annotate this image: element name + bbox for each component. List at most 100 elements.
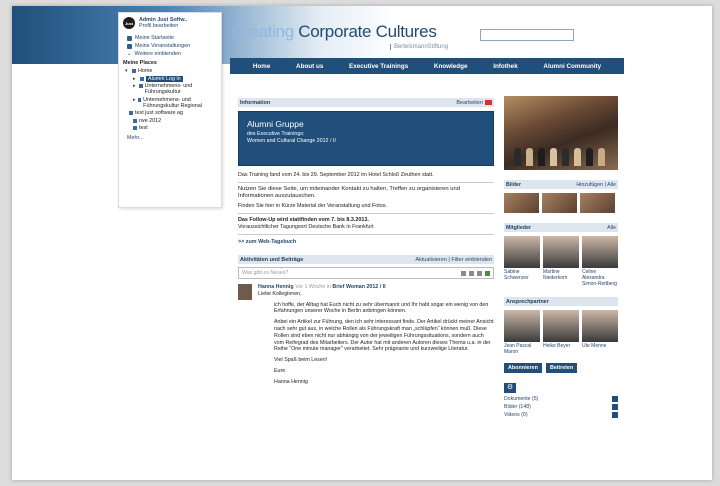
logo-part1: Creating: [232, 22, 294, 41]
image-icon[interactable]: [477, 270, 482, 276]
folder-icon: [140, 76, 144, 81]
search-button[interactable]: Suche: [580, 30, 598, 36]
avatar[interactable]: [238, 284, 252, 300]
contact-card[interactable]: Heike Beyer: [543, 310, 579, 355]
thumbnail[interactable]: [580, 193, 615, 213]
join-button[interactable]: Beitreten: [545, 363, 578, 373]
contacts-header: Ansprechpartner: [504, 297, 618, 306]
user-sidebar: Just Admin Just Softw.. Profil bearbeite…: [118, 12, 222, 208]
sidebar-link-label: Weitere einblenden: [134, 51, 181, 57]
places-title: Meine Places: [123, 60, 157, 66]
post-author[interactable]: Hanna Hennig: [258, 284, 294, 290]
contact-card[interactable]: Jean Pascal Maron: [504, 310, 540, 355]
tree-item-test[interactable]: test: [133, 125, 217, 131]
places-tree: ▾ Home ▸ Alumni Log in ▸ Unternehmens- und …: [125, 68, 217, 131]
resource-label: Bilder (148): [504, 404, 531, 410]
resource-pictures[interactable]: Bilder (148): [504, 404, 618, 410]
avatar[interactable]: Just: [123, 17, 135, 29]
tree-label-selected: Alumni Log in: [146, 75, 183, 82]
photo-figure: [550, 148, 557, 166]
nav-alumni-community[interactable]: Alumni Community: [543, 63, 601, 70]
photo-figure: [538, 148, 545, 166]
folder-icon: [139, 84, 143, 88]
resource-label: Videos (0): [504, 412, 528, 418]
edit-link[interactable]: Bearbeiten: [456, 100, 483, 106]
pictures-links[interactable]: Hinzufügen | Alle: [576, 182, 616, 188]
folder-icon: [133, 126, 137, 130]
tree-item-alumni[interactable]: ▸ Alumni Log in: [133, 75, 217, 82]
info-text: Voraussichtlicher Tagungsort Deutsche Ba…: [238, 224, 374, 230]
resource-documents[interactable]: Dokumente (5): [504, 396, 618, 402]
gear-icon[interactable]: ⚙: [504, 383, 516, 393]
calendar-icon: [127, 43, 132, 49]
contact-card[interactable]: Ute Menne: [582, 310, 618, 355]
photo-figure: [598, 148, 605, 166]
sidebar-link-events[interactable]: Meine Veranstaltungen: [127, 43, 217, 49]
add-icon[interactable]: [612, 404, 618, 410]
information-header: Information Bearbeiten: [238, 98, 494, 107]
post-place[interactable]: Brief Woman 2012 / II: [332, 284, 385, 290]
member-card[interactable]: Sabine Schwenzer: [504, 236, 540, 287]
attach-icon[interactable]: [469, 270, 474, 276]
nav-executive-trainings[interactable]: Executive Trainings: [349, 63, 408, 70]
search-input[interactable]: [480, 29, 574, 41]
caret-right-icon: ▸: [133, 75, 136, 82]
tree-item-just[interactable]: test just software ag: [129, 110, 217, 116]
member-card[interactable]: Martine Niederkorn: [543, 236, 579, 287]
thumbnail[interactable]: [542, 193, 577, 213]
more-link[interactable]: Mehr...: [127, 135, 217, 141]
tree-label: test: [139, 125, 148, 131]
resource-label: Dokumente (5): [504, 396, 539, 402]
upload-icon[interactable]: [485, 270, 490, 276]
members-header: Mitglieder Alle: [504, 223, 618, 232]
tree-label: Unternehmens- und Führungskultur Regiona…: [143, 96, 202, 109]
post-meta: Vor 1 Woche in: [295, 284, 331, 290]
add-icon[interactable]: [612, 396, 618, 402]
edit-profile-link[interactable]: Profil bearbeiten: [139, 23, 187, 29]
tree-item-home[interactable]: ▾ Home: [125, 68, 217, 74]
resource-videos[interactable]: Videos (0): [504, 412, 618, 418]
stream-links[interactable]: Aktualisieren | Filter einblenden: [415, 257, 492, 263]
add-icon[interactable]: [612, 412, 618, 418]
member-card[interactable]: Celine Alexandra Simon-Rettberg: [582, 236, 618, 287]
picture-thumbnails: [504, 193, 618, 213]
close-icon[interactable]: [485, 100, 492, 105]
member-name: Sabine Schwenzer: [504, 269, 529, 281]
folder-icon: [133, 118, 137, 123]
divider: [238, 182, 494, 183]
main-content: Information Bearbeiten Alumni Gruppe des…: [238, 98, 494, 386]
photo-figure: [586, 148, 593, 166]
sidebar-link-more[interactable]: ⌄ Weitere einblenden: [127, 51, 217, 57]
subscribe-button[interactable]: Abonnieren: [504, 363, 542, 373]
thumbnail[interactable]: [504, 193, 539, 213]
post-text: Liebe Kolleginnen,: [258, 290, 302, 297]
site-logo[interactable]: Creating Corporate Cultures: [232, 22, 437, 42]
web-diary-link[interactable]: >> zum Web-Tagebuch: [238, 239, 494, 245]
main-navigation: Home About us Executive Trainings Knowle…: [230, 58, 624, 74]
members-all-link[interactable]: Alle: [607, 225, 616, 231]
activity-post: Hanna Hennig Vor 1 Woche in Brief Woman …: [238, 284, 494, 386]
browser-page: Creating Corporate Cultures BertelsmannS…: [12, 6, 712, 480]
share-input[interactable]: Was gibt es Neues?: [238, 267, 494, 279]
photo-figure: [574, 148, 581, 166]
sidebar-link-start[interactable]: Meine Startseite: [127, 35, 217, 41]
people-icon[interactable]: [461, 270, 466, 276]
tree-item-rwe[interactable]: rwe 2012: [133, 118, 217, 124]
action-buttons: Abonnieren Beitreten: [504, 363, 618, 373]
nav-knowledge[interactable]: Knowledge: [434, 63, 468, 70]
nav-home[interactable]: Home: [253, 63, 271, 70]
contact-photo: [582, 310, 618, 342]
right-column: Bilder Hinzufügen | Alle Mitglieder Alle S…: [504, 96, 618, 418]
chevron-down-icon: ⌄: [127, 51, 132, 57]
info-text: Das Training fand vom 24. bis 29. Septem…: [238, 172, 434, 178]
nav-about[interactable]: About us: [296, 63, 323, 70]
sidebar-link-label: Meine Veranstaltungen: [135, 43, 191, 49]
photo-figure: [562, 148, 569, 166]
tree-label: rwe 2012: [139, 117, 162, 124]
tree-item-kultur[interactable]: ▸ Unternehmens- und Führungskultur: [133, 83, 217, 95]
nav-infothek[interactable]: Infothek: [493, 63, 518, 70]
info-text-bold: Das Follow-Up wird stattfinden vom 7. bi…: [238, 217, 369, 223]
group-photo[interactable]: [504, 96, 618, 170]
contact-name: Heike Beyer: [543, 343, 571, 349]
tree-item-kultur-regional[interactable]: ▸ Unternehmens- und Führungskultur Region…: [133, 97, 217, 109]
